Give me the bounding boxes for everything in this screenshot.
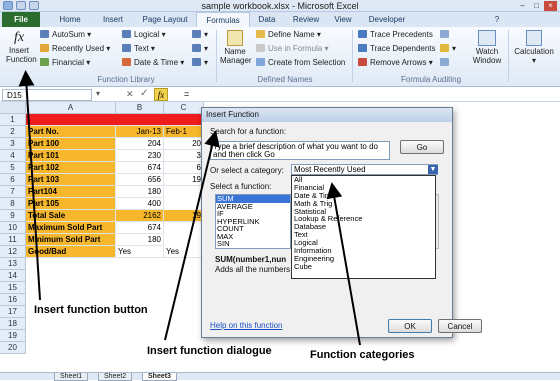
categories-arrow [326,182,361,346]
categories-callout: Function categories [310,349,415,361]
callout-arrows [18,70,361,346]
dialogue-arrow [164,130,220,341]
insert-function-arrow [18,70,41,301]
dialogue-callout: Insert function dialogue [147,345,272,357]
insert-function-callout: Insert function button [34,304,148,316]
